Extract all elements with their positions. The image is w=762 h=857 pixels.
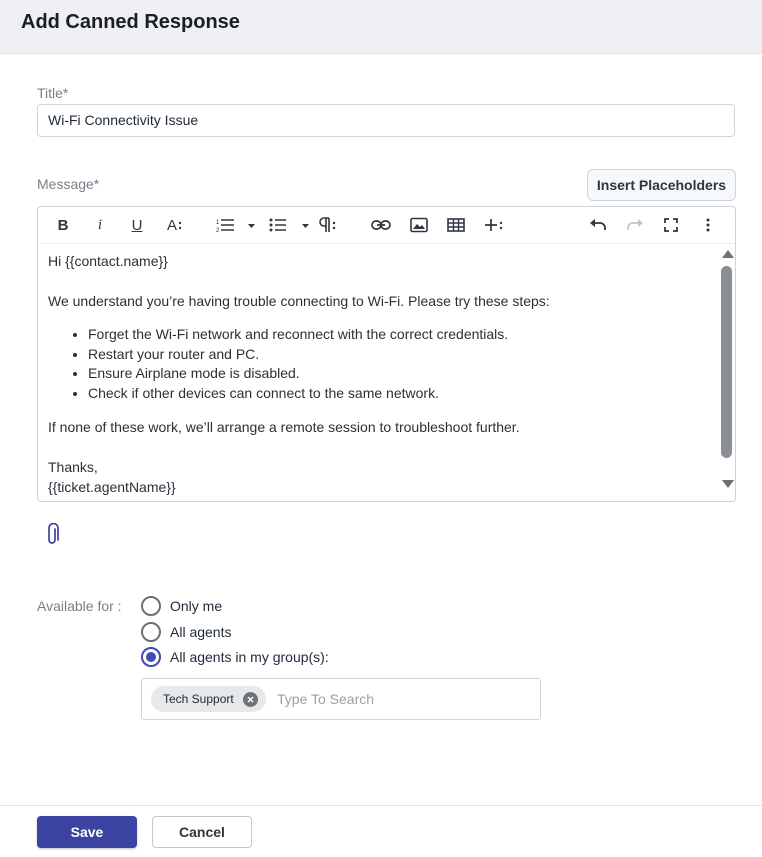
font-size-glyph: A (166, 216, 177, 234)
undo-icon[interactable] (587, 215, 609, 235)
list-item: Restart your router and PC. (88, 345, 708, 365)
svg-text:2: 2 (216, 228, 220, 233)
radio-all-agents[interactable]: All agents (141, 621, 231, 643)
font-size-dots (178, 221, 182, 230)
bold-icon[interactable]: B (52, 215, 74, 235)
radio-label: All agents (170, 624, 232, 640)
cancel-button[interactable]: Cancel (152, 816, 252, 848)
group-chip: Tech Support (151, 686, 266, 712)
list-item: Forget the Wi-Fi network and reconnect w… (88, 325, 708, 345)
insert-more-icon[interactable] (483, 215, 505, 235)
title-input[interactable]: Wi-Fi Connectivity Issue (37, 104, 735, 137)
ordered-list-icon[interactable]: 1 2 (216, 215, 256, 235)
followup-line: If none of these work, we’ll arrange a r… (48, 419, 520, 435)
save-button[interactable]: Save (37, 816, 137, 848)
signature-line: {{ticket.agentName}} (48, 479, 176, 495)
italic-icon[interactable]: i (89, 215, 111, 235)
attachment-icon[interactable] (44, 522, 60, 552)
page-title: Add Canned Response (21, 11, 240, 33)
radio-circle[interactable] (141, 622, 161, 642)
more-options-icon[interactable] (697, 215, 719, 235)
greeting-line: Hi {{contact.name}} (48, 253, 168, 269)
svg-text:1: 1 (216, 220, 220, 226)
list-item: Ensure Airplane mode is disabled. (88, 364, 708, 384)
available-for-label: Available for : (37, 598, 122, 614)
message-editor[interactable]: B i U A 1 2 Hi {{contact.name}} We under… (37, 206, 736, 502)
radio-label: Only me (170, 598, 223, 614)
message-label: Message* (37, 176, 100, 192)
remove-chip-icon[interactable] (242, 691, 258, 707)
paragraph-format-icon[interactable] (319, 215, 339, 235)
scroll-up-arrow-icon[interactable] (722, 250, 734, 258)
intro-line: We understand you’re having trouble conn… (48, 293, 550, 309)
group-search-input[interactable]: Type To Search (277, 691, 374, 707)
radio-label: All agents in my group(s): (170, 649, 329, 665)
redo-icon[interactable] (624, 215, 646, 235)
signoff-line: Thanks, (48, 459, 98, 475)
radio-circle[interactable] (141, 596, 161, 616)
table-icon[interactable] (445, 215, 467, 235)
unordered-list-icon[interactable] (269, 215, 311, 235)
steps-list: Forget the Wi-Fi network and reconnect w… (48, 325, 708, 403)
group-search-field[interactable]: Tech Support Type To Search (141, 678, 541, 720)
image-icon[interactable] (408, 215, 430, 235)
scroll-down-arrow-icon[interactable] (722, 480, 734, 488)
insert-placeholders-button[interactable]: Insert Placeholders (587, 169, 736, 201)
radio-only-me[interactable]: Only me (141, 595, 222, 617)
chip-label: Tech Support (163, 692, 234, 706)
editor-scrollbar[interactable] (721, 266, 732, 458)
font-size-icon[interactable]: A (164, 215, 186, 235)
radio-my-groups[interactable]: All agents in my group(s): (141, 646, 329, 668)
radio-circle-selected[interactable] (141, 647, 161, 667)
link-icon[interactable] (370, 215, 392, 235)
message-body[interactable]: Hi {{contact.name}} We understand you’re… (48, 251, 708, 497)
editor-toolbar: B i U A 1 2 (38, 207, 735, 244)
modal-header: Add Canned Response (0, 0, 762, 54)
list-item: Check if other devices can connect to th… (88, 384, 708, 404)
title-label: Title* (37, 85, 69, 101)
fullscreen-icon[interactable] (660, 215, 682, 235)
underline-icon[interactable]: U (126, 215, 148, 235)
